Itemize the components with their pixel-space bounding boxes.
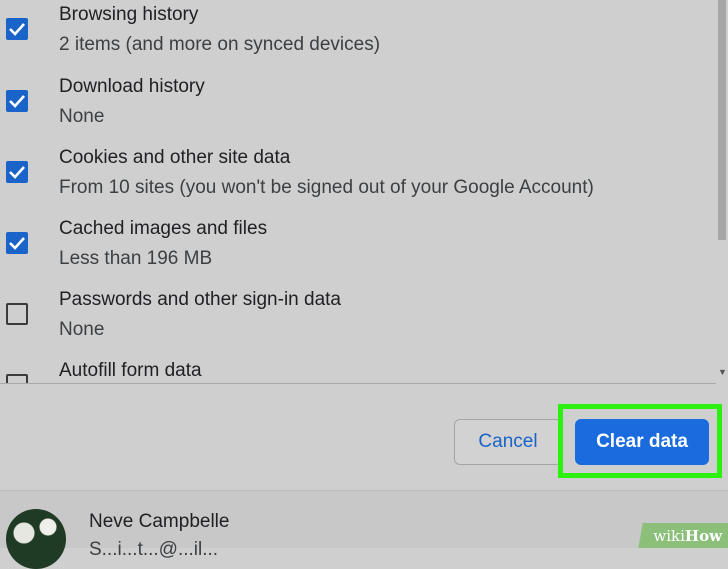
cached-images-checkbox[interactable]: [6, 232, 28, 254]
browsing-history-title: Browsing history: [59, 4, 199, 25]
option-cached-images[interactable]: Cached images and files Less than 196 MB: [0, 214, 716, 285]
option-passwords[interactable]: Passwords and other sign-in data None: [0, 285, 716, 356]
scroll-down-arrow-icon[interactable]: ▼: [718, 368, 727, 377]
option-download-history[interactable]: Download history None: [0, 72, 716, 143]
checkmark-icon: [9, 237, 25, 250]
browsing-history-subtitle: 2 items (and more on synced devices): [59, 34, 381, 55]
wikihow-watermark: wiki How: [628, 523, 728, 548]
watermark-suffix: How: [684, 526, 722, 545]
browsing-history-checkbox[interactable]: [6, 18, 28, 40]
account-name: Neve Campbelle: [89, 511, 230, 532]
autofill-checkbox[interactable]: [6, 374, 28, 383]
cancel-button[interactable]: Cancel: [454, 419, 562, 465]
checkmark-icon: [9, 95, 25, 108]
avatar: [6, 509, 66, 569]
passwords-checkbox[interactable]: [6, 303, 28, 325]
cookies-title: Cookies and other site data: [59, 147, 291, 168]
checkmark-icon: [9, 166, 25, 179]
autofill-title: Autofill form data: [59, 360, 202, 381]
clear-data-button[interactable]: Clear data: [575, 419, 709, 465]
watermark-prefix: wiki: [653, 526, 685, 545]
cookies-subtitle: From 10 sites (you won't be signed out o…: [59, 177, 594, 198]
passwords-title: Passwords and other sign-in data: [59, 289, 341, 310]
clear-data-options-list: Browsing history 2 items (and more on sy…: [0, 0, 716, 383]
option-autofill[interactable]: Autofill form data: [0, 356, 716, 383]
option-cookies[interactable]: Cookies and other site data From 10 site…: [0, 143, 716, 214]
download-history-title: Download history: [59, 76, 205, 97]
cached-images-title: Cached images and files: [59, 218, 268, 239]
account-section: Neve Campbelle S...i...t...@...il... wik…: [0, 490, 728, 569]
checkmark-icon: [9, 23, 25, 36]
scrollbar[interactable]: ▼: [716, 0, 728, 383]
scrollbar-thumb[interactable]: [718, 0, 726, 240]
option-browsing-history[interactable]: Browsing history 2 items (and more on sy…: [0, 0, 716, 71]
passwords-subtitle: None: [59, 319, 105, 340]
cookies-checkbox[interactable]: [6, 161, 28, 183]
download-history-checkbox[interactable]: [6, 90, 28, 112]
cached-images-subtitle: Less than 196 MB: [59, 248, 213, 269]
dialog-footer: Cancel Clear data: [0, 384, 728, 490]
account-email: S...i...t...@...il...: [89, 539, 219, 560]
download-history-subtitle: None: [59, 106, 105, 127]
